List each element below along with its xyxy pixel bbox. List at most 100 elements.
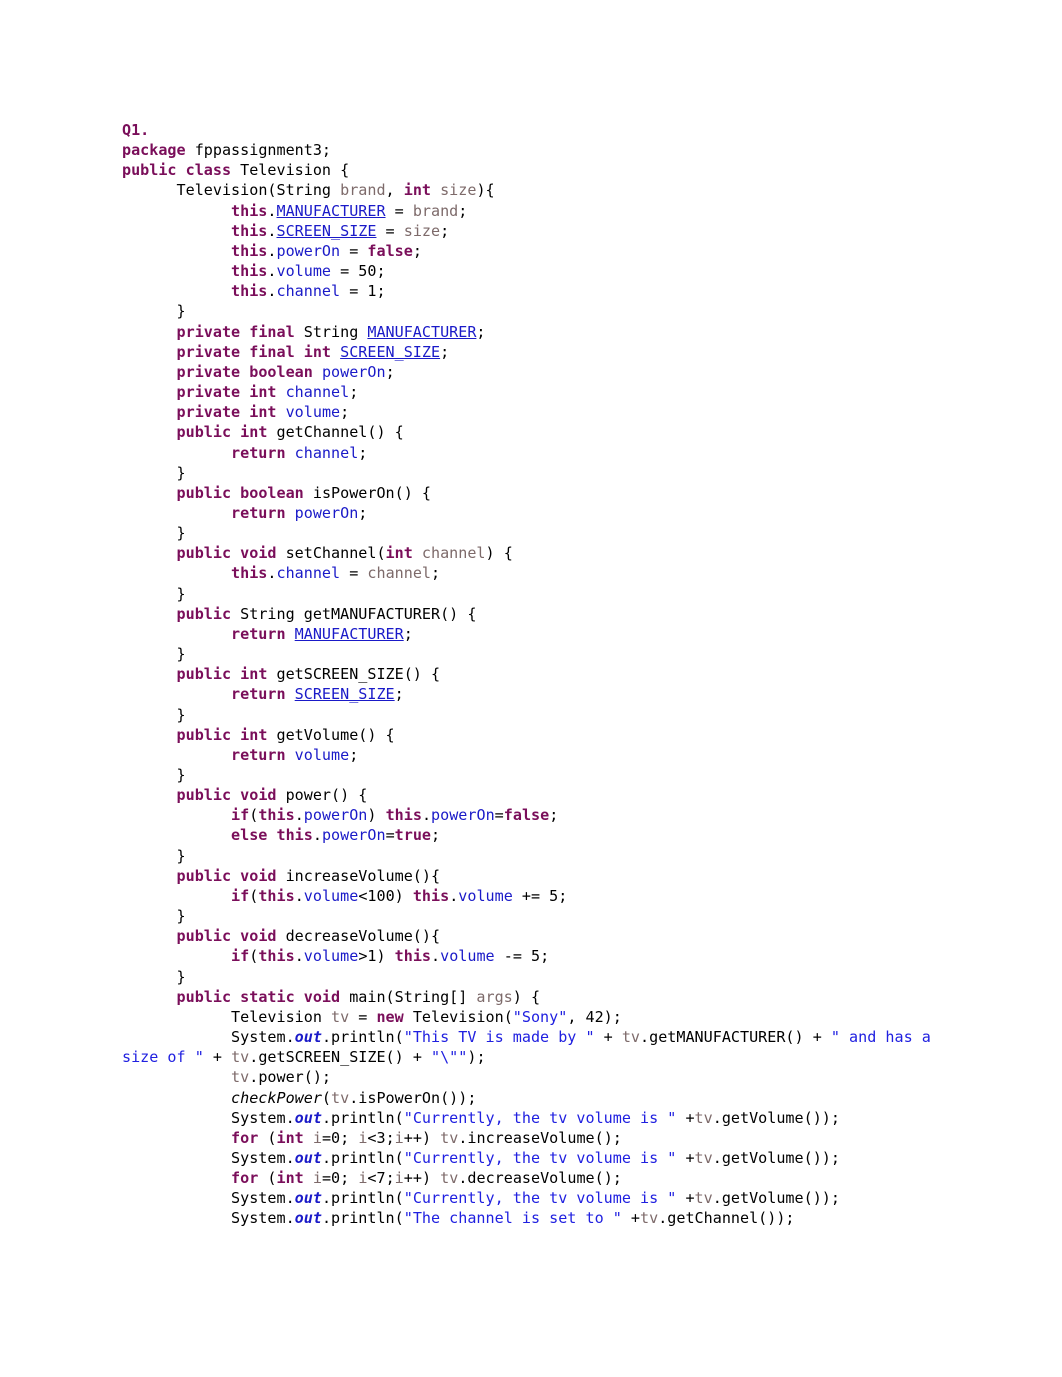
code-token-param: brand bbox=[412, 201, 459, 220]
code-line: if(this.volume>1) this.volume -= 5; bbox=[122, 946, 952, 966]
code-token-local: tv bbox=[694, 1148, 713, 1167]
code-token-plain: isPowerOn() { bbox=[303, 483, 431, 502]
code-line: } bbox=[122, 463, 952, 483]
code-token-plain: , 42); bbox=[567, 1007, 622, 1026]
code-token-plain: ( bbox=[258, 1128, 277, 1147]
code-token-plain: ){ bbox=[476, 181, 495, 200]
code-line: this.channel = channel; bbox=[122, 563, 952, 583]
code-token-kw: package bbox=[122, 141, 186, 160]
code-token-kw: this bbox=[258, 947, 295, 966]
code-line: Television tv = new Television("Sony", 4… bbox=[122, 1007, 952, 1027]
code-token-kw: int bbox=[276, 1128, 304, 1147]
code-token-plain: .increaseVolume(); bbox=[458, 1128, 622, 1147]
code-token-plain: <7; bbox=[367, 1169, 395, 1188]
code-token-plain: fppassignment3; bbox=[185, 141, 332, 160]
code-token-kw: true bbox=[394, 826, 432, 845]
code-token-plain: } bbox=[176, 846, 186, 865]
code-token-kw: this bbox=[412, 886, 450, 905]
code-token-plain: .getSCREEN_SIZE() + bbox=[249, 1048, 431, 1067]
code-token-str: "Sony" bbox=[512, 1007, 568, 1026]
code-token-plain: } bbox=[176, 463, 186, 482]
code-token-plain: System. bbox=[231, 1108, 295, 1127]
code-token-sfield: out bbox=[294, 1148, 322, 1167]
code-token-param: size bbox=[440, 181, 477, 200]
code-token-plain: . bbox=[267, 564, 277, 583]
code-token-field: SCREEN_SIZE bbox=[340, 342, 441, 361]
code-line: return volume; bbox=[122, 745, 952, 765]
code-line: private final String MANUFACTURER; bbox=[122, 322, 952, 342]
code-token-plain: getSCREEN_SIZE() { bbox=[267, 665, 441, 684]
code-line: } bbox=[122, 846, 952, 866]
code-token-local: tv bbox=[694, 1189, 713, 1208]
code-token-plain: setChannel( bbox=[276, 544, 386, 563]
code-token-kw: public static void bbox=[176, 987, 341, 1006]
code-token-kw: this bbox=[231, 221, 268, 240]
code-token-kw: return bbox=[231, 624, 286, 643]
code-token-kw: public int bbox=[176, 423, 268, 442]
code-token-local: tv bbox=[694, 1108, 713, 1127]
code-line: public String getMANUFACTURER() { bbox=[122, 604, 952, 624]
code-token-plain: ; bbox=[476, 322, 486, 341]
code-token-plain: .println( bbox=[321, 1209, 404, 1228]
code-token-plain: } bbox=[176, 645, 186, 664]
code-token-plain: .getVolume()); bbox=[712, 1189, 840, 1208]
java-code-listing: Q1. package fppassignment3; public class T… bbox=[122, 120, 952, 1229]
code-line: } bbox=[122, 644, 952, 664]
code-line: public boolean isPowerOn() { bbox=[122, 483, 952, 503]
code-token-plain: } bbox=[176, 766, 186, 784]
code-token-plain: .println( bbox=[321, 1028, 404, 1047]
code-token-plain: ; bbox=[440, 221, 450, 240]
code-token-plain: = bbox=[340, 564, 368, 583]
code-line: public void power() { bbox=[122, 785, 952, 805]
code-token-plain: ; bbox=[440, 342, 450, 361]
code-line: } bbox=[122, 705, 952, 725]
code-line: return MANUFACTURER; bbox=[122, 624, 952, 644]
code-token-plain: = 50; bbox=[331, 262, 386, 281]
code-token-plain: increaseVolume(){ bbox=[276, 866, 441, 885]
code-token-local: tv bbox=[440, 1169, 459, 1188]
code-token-static: checkPower bbox=[231, 1088, 322, 1107]
code-token-plain: ; bbox=[349, 383, 359, 402]
code-token-plain: += 5; bbox=[512, 886, 568, 905]
code-line: System.out.println("Currently, the tv vo… bbox=[122, 1188, 952, 1208]
code-token-kw: int bbox=[385, 544, 413, 563]
code-token-plain: Television( bbox=[403, 1007, 513, 1026]
code-token-kw: new bbox=[376, 1007, 404, 1026]
code-token-plain: ; bbox=[403, 624, 413, 643]
code-token-plain: <100) bbox=[358, 886, 413, 905]
code-token-kw: int bbox=[276, 1169, 304, 1188]
code-token-kw: return bbox=[231, 443, 286, 462]
code-line: } bbox=[122, 301, 952, 321]
code-token-kw: this bbox=[231, 564, 268, 583]
code-token-var: volume bbox=[458, 886, 513, 905]
code-line: private boolean powerOn; bbox=[122, 362, 952, 382]
code-token-plain: } bbox=[176, 302, 186, 321]
code-token-plain: .power(); bbox=[249, 1068, 332, 1087]
code-token-plain: ; bbox=[431, 564, 441, 583]
code-line: public int getVolume() { bbox=[122, 725, 952, 745]
code-token-kw: public void bbox=[176, 866, 277, 885]
code-token-var: volume bbox=[303, 886, 359, 905]
code-token-plain: Television(String bbox=[176, 181, 341, 200]
code-line: this.volume = 50; bbox=[122, 261, 952, 281]
code-token-field: MANUFACTURER bbox=[294, 624, 404, 643]
code-token-kw: return bbox=[231, 503, 286, 522]
